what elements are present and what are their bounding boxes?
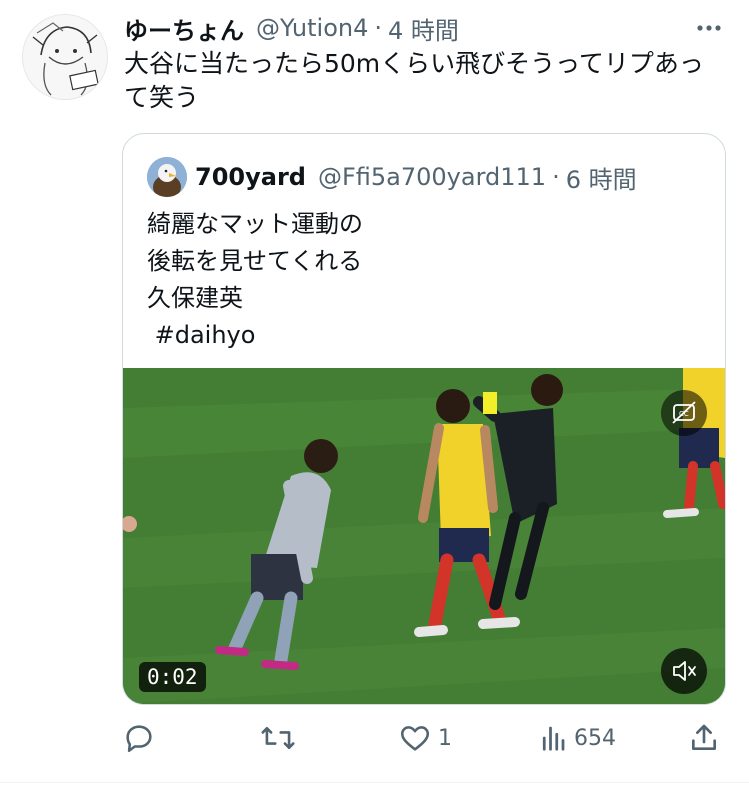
retweet-button[interactable] [260,716,296,760]
tweet-divider [0,782,749,783]
heart-icon [400,726,430,751]
quoted-avatar[interactable] [147,157,187,197]
action-bar: 1 654 [122,716,724,760]
more-icon [697,25,721,31]
hashtag-link[interactable]: #daihyo [147,317,363,354]
share-button[interactable] [688,716,720,760]
quoted-text: 綺麗なマット運動の 後転を見せてくれる 久保建英 #daihyo [147,206,363,354]
mute-button[interactable] [661,648,707,694]
tweet-header: ゆーちょん @Yution4 · 4 時間 [124,11,729,46]
like-button[interactable]: 1 [398,716,452,760]
quoted-text-line: 綺麗なマット運動の [147,210,363,238]
reply-icon [126,725,152,753]
like-count: 1 [438,725,452,751]
separator-dot: · [374,14,382,42]
display-name[interactable]: ゆーちょん [124,11,244,46]
quoted-header: 700yard @Ffi5a700yard111 · 6 時間 [195,158,637,196]
muted-speaker-icon [673,661,696,681]
more-options-button[interactable] [689,12,729,44]
avatar-drawing [23,15,107,99]
captions-icon: CC [672,401,696,424]
quoted-display-name[interactable]: 700yard [195,163,306,191]
tweet-time[interactable]: 4 時間 [388,11,459,46]
view-count: 654 [574,725,616,751]
user-handle[interactable]: @Yution4 [256,14,368,42]
svg-text:CC: CC [679,410,689,418]
quoted-text-line: 久保建英 [147,284,243,312]
video-timestamp: 0:02 [139,662,206,692]
captions-button[interactable]: CC [661,390,707,436]
user-avatar[interactable] [22,14,108,100]
quoted-tweet[interactable]: 700yard @Ffi5a700yard111 · 6 時間 綺麗なマット運動… [122,133,726,705]
video-frame [123,368,725,704]
quoted-separator-dot: · [552,163,560,191]
reply-button[interactable] [122,716,156,760]
video-player[interactable]: CC 0:02 [123,368,725,704]
quoted-text-line: 後転を見せてくれる [147,247,363,275]
retweet-icon [261,726,295,750]
views-icon [542,726,565,751]
eagle-avatar-image [147,157,187,197]
share-icon [692,724,716,750]
views-button[interactable]: 654 [538,716,616,760]
tweet-text: 大谷に当たったら50mくらい飛びそうってリプあって笑う [124,49,704,112]
quoted-time[interactable]: 6 時間 [566,160,637,195]
quoted-handle[interactable]: @Ffi5a700yard111 [318,163,546,191]
